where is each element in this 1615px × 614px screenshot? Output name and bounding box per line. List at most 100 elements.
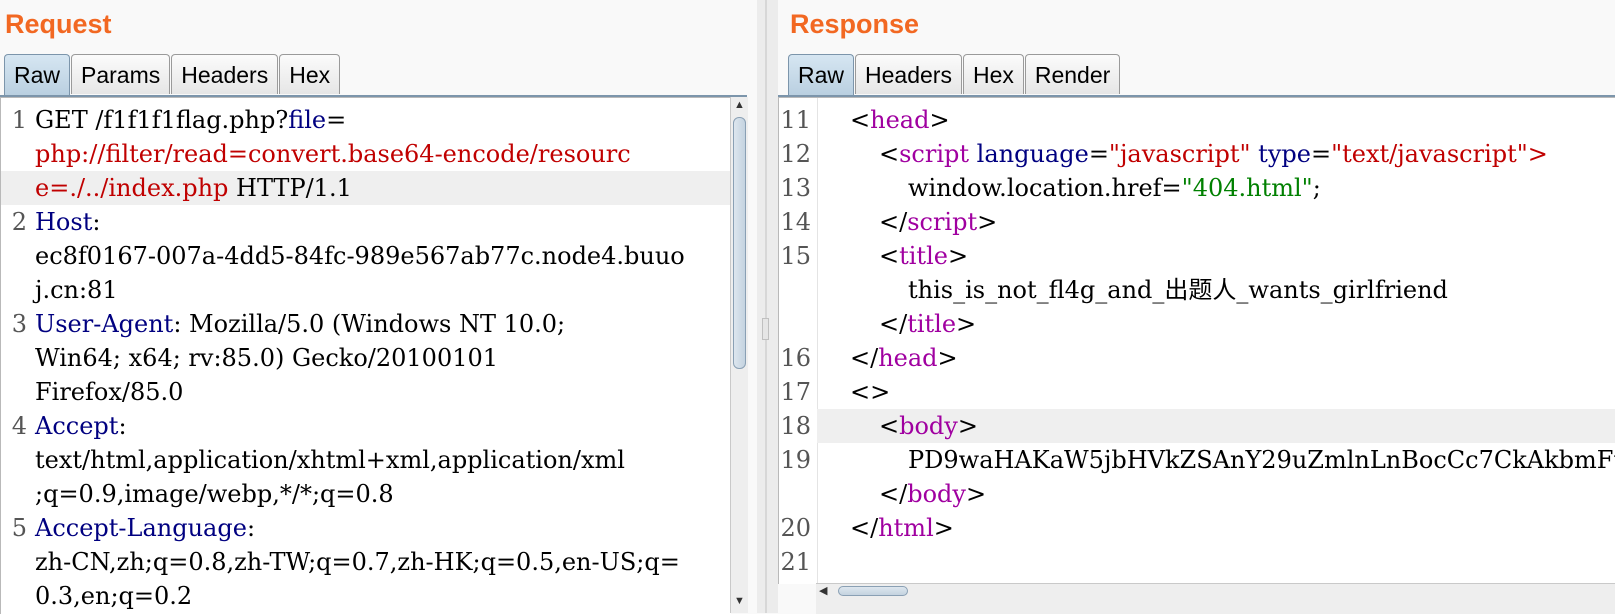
line-number: 3	[11, 310, 27, 338]
code-text: <title>	[879, 239, 968, 273]
code-text: <script language="javascript" type="text…	[879, 137, 1548, 171]
code-text: php://filter/read=convert.base64-encode/…	[35, 137, 631, 171]
line-number	[1, 375, 27, 409]
code-token: window.location.href=	[908, 174, 1182, 202]
line-number: 4	[11, 412, 27, 440]
request-tab-raw[interactable]: Raw	[4, 54, 71, 96]
code-token: HTTP/1.1	[228, 174, 352, 202]
line-number	[1, 273, 27, 307]
code-token: :	[118, 412, 127, 440]
code-token: ec8f0167-007a-4dd5-84fc-989e567ab77c.nod…	[35, 242, 685, 270]
code-token: >	[977, 208, 998, 236]
response-tab-headers[interactable]: Headers	[855, 54, 962, 94]
code-text: <head>	[850, 103, 950, 137]
line-number	[1, 137, 27, 171]
response-tabbar: Raw Headers Hex Render	[788, 54, 1121, 96]
response-lines: 11 <head> 12 <script language="javascript" …	[779, 103, 1615, 579]
request-code-line: e=./../index.php HTTP/1.1	[1, 171, 731, 205]
code-token: head	[878, 344, 938, 372]
code-token: "javascript"	[1108, 140, 1251, 168]
response-code-line: 13 window.location.href="404.html";	[779, 171, 1615, 205]
panel-splitter[interactable]	[757, 0, 778, 613]
code-token: language	[976, 140, 1089, 168]
code-text: ec8f0167-007a-4dd5-84fc-989e567ab77c.nod…	[35, 239, 685, 273]
response-tab-hex[interactable]: Hex	[962, 54, 1024, 94]
response-panel: Response Raw Headers Hex Render 11 <head>…	[778, 0, 1615, 614]
line-number	[1, 579, 27, 613]
request-tab-hex[interactable]: Hex	[279, 54, 341, 94]
line-number: 17	[780, 378, 811, 406]
response-code-line: </title>	[779, 307, 1615, 341]
code-token: body	[907, 480, 966, 508]
request-code-line: 1 GET /f1f1f1flag.php?file=	[1, 103, 731, 137]
code-text: </title>	[879, 307, 976, 341]
code-token: >	[956, 310, 977, 338]
response-code-line: 18 <body>	[780, 409, 1615, 443]
response-code-line: 16 </head>	[779, 341, 1615, 375]
code-text: Accept:	[35, 409, 127, 443]
response-code-line: 21	[779, 545, 1615, 579]
code-token: e=./../index.php	[35, 174, 229, 202]
code-token: type	[1258, 140, 1311, 168]
code-text: Firefox/85.0	[35, 375, 183, 409]
response-scroll-thumb[interactable]	[838, 586, 908, 596]
request-editor[interactable]: 1 GET /f1f1f1flag.php?file= php://filter/r…	[0, 97, 731, 614]
request-code-line: text/html,application/xhtml+xml,applicat…	[1, 443, 731, 477]
code-text: <body>	[879, 409, 978, 443]
response-code-line: 17 <>	[779, 375, 1615, 409]
line-number: 20	[780, 514, 811, 542]
code-text: j.cn:81	[35, 273, 118, 307]
line-number	[1, 477, 27, 511]
splitter-grip-icon[interactable]	[762, 318, 769, 340]
code-token: User-Agent	[35, 310, 174, 338]
code-text: Win64; x64; rv:85.0) Gecko/20100101	[35, 341, 498, 375]
request-panel: Request Raw Params Headers Hex 1 GET /f1f…	[0, 0, 757, 614]
response-code-line: 15 <title>	[779, 239, 1615, 273]
scroll-down-icon[interactable]: ▼	[734, 595, 745, 607]
response-editor[interactable]: 11 <head> 12 <script language="javascript" …	[778, 97, 1615, 584]
request-title: Request	[5, 9, 112, 39]
line-number: 1	[11, 106, 27, 134]
code-text: </script>	[879, 205, 997, 239]
code-token: zh-CN,zh;q=0.8,zh-TW;q=0.7,zh-HK;q=0.5,e…	[35, 548, 680, 576]
code-token: <>	[850, 378, 891, 406]
scroll-left-icon[interactable]: ◀	[819, 584, 827, 597]
response-code-line: </body>	[779, 477, 1615, 511]
response-code-line: 11 <head>	[779, 103, 1615, 137]
request-vertical-scrollbar[interactable]: ▲ ▼	[730, 97, 748, 613]
line-number: 5	[11, 514, 27, 542]
request-tab-params[interactable]: Params	[71, 54, 171, 94]
response-tab-raw[interactable]: Raw	[788, 54, 855, 96]
code-token: head	[870, 106, 930, 134]
response-code-line: 14 </script>	[779, 205, 1615, 239]
response-tab-render[interactable]: Render	[1024, 54, 1121, 94]
code-token: "text/javascript">	[1331, 140, 1548, 168]
request-code-line: 2 Host:	[1, 205, 731, 239]
line-number: 12	[780, 140, 811, 168]
scroll-up-icon[interactable]: ▲	[734, 99, 745, 111]
request-lines: 1 GET /f1f1f1flag.php?file= php://filter/r…	[1, 103, 731, 613]
code-token: 0.3,en;q=0.2	[35, 582, 193, 610]
response-horizontal-scrollbar[interactable]: ◀	[816, 583, 1615, 614]
code-token: <	[879, 242, 900, 270]
code-token: =	[1310, 140, 1332, 168]
code-token: php://filter/read=convert.base64-encode/…	[35, 140, 631, 168]
line-number	[1, 443, 27, 477]
code-token: >	[933, 514, 954, 542]
code-token: >	[937, 344, 958, 372]
line-number: 2	[11, 208, 27, 236]
request-code-line: ec8f0167-007a-4dd5-84fc-989e567ab77c.nod…	[1, 239, 731, 273]
line-number	[1, 545, 27, 579]
code-token: text/html,application/xhtml+xml,applicat…	[35, 446, 625, 474]
code-token: title	[907, 310, 957, 338]
request-scroll-thumb[interactable]	[733, 117, 746, 369]
code-token: title	[899, 242, 948, 270]
code-text: <>	[850, 375, 890, 409]
code-text: Accept-Language:	[35, 511, 255, 545]
code-text: PD9waHAKaW5jbHVkZSAnY29uZmlnLnBocCc7CkAk…	[908, 443, 1615, 477]
code-token: </	[879, 480, 908, 508]
request-tab-headers[interactable]: Headers	[171, 54, 279, 94]
line-number	[1, 341, 27, 375]
line-number	[1, 171, 27, 205]
